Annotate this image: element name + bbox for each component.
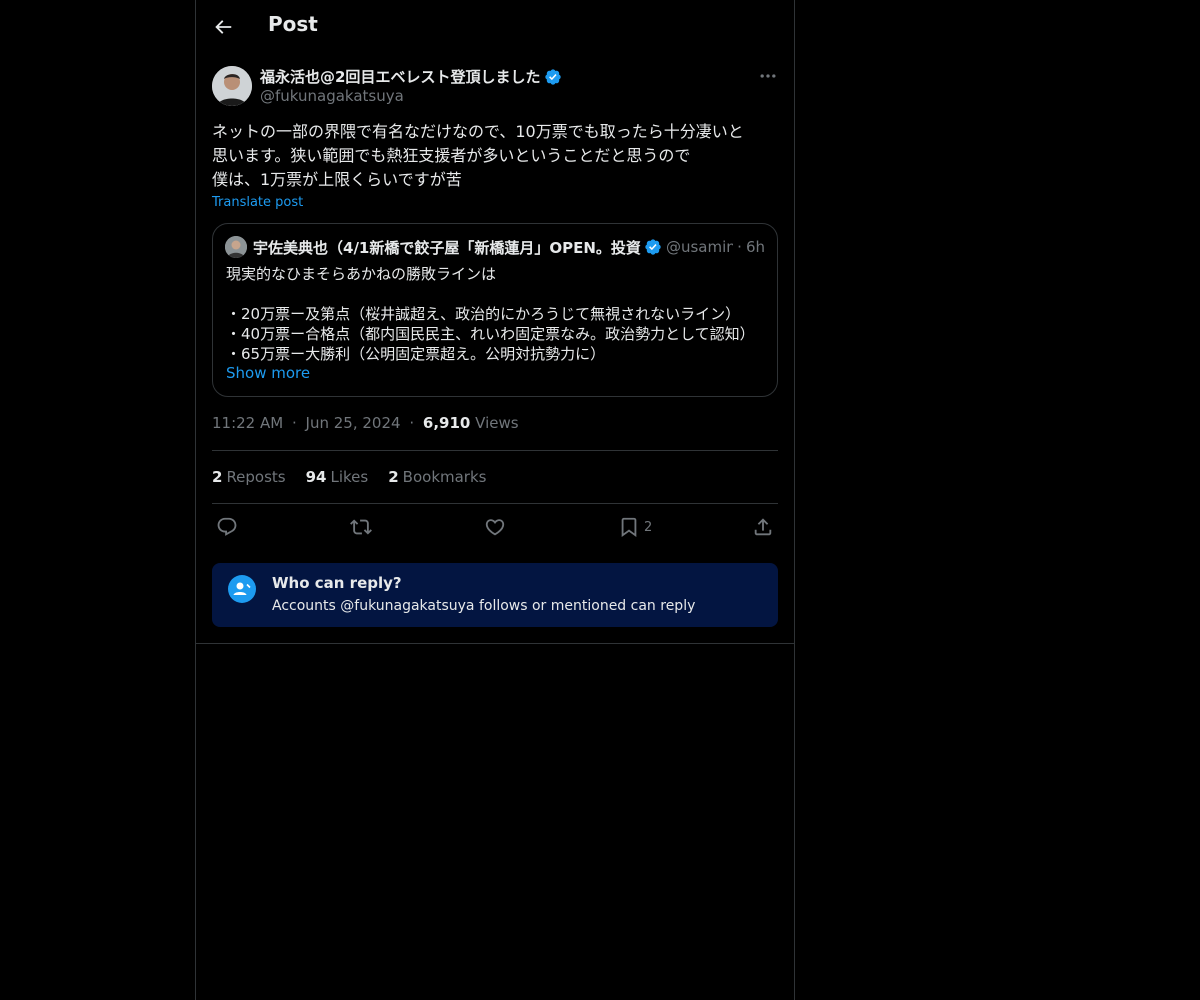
views-count: 6,910 xyxy=(422,414,471,432)
reply-icon xyxy=(217,517,237,536)
mention-user-icon xyxy=(233,582,251,595)
bookmarks-label: Bookmarks xyxy=(402,468,487,486)
divider xyxy=(196,643,794,644)
quoted-time: 6h xyxy=(745,238,765,256)
bookmarks-stat[interactable]: 2 Bookmarks xyxy=(388,468,486,486)
divider xyxy=(212,450,778,451)
reply-notice-description: Accounts @fukunagakatsuya follows or men… xyxy=(272,598,696,614)
action-bar: 2 xyxy=(212,514,778,540)
author-name-text: 福永活也@2回目エベレスト登頂しました xyxy=(260,68,541,86)
reply-permission-icon xyxy=(228,575,256,603)
post-time[interactable]: 11:22 AM xyxy=(212,414,283,432)
post-date[interactable]: Jun 25, 2024 xyxy=(306,414,401,432)
translate-post-link[interactable]: Translate post xyxy=(212,195,303,210)
likes-stat[interactable]: 94 Likes xyxy=(306,468,369,486)
post-text: ネットの一部の界隈で有名なだけなので、10万票でも取ったら十分凄いと 思います。… xyxy=(212,122,744,189)
more-options-button[interactable] xyxy=(758,66,778,86)
likes-label: Likes xyxy=(330,468,369,486)
arrow-left-icon xyxy=(215,20,232,34)
reply-button[interactable] xyxy=(216,514,238,540)
quoted-text: 現実的なひまそらあかねの勝敗ラインは ・20万票ー及第点（桜井誠超え、政治的にか… xyxy=(226,264,766,364)
bookmark-button[interactable]: 2 xyxy=(618,514,652,540)
post-meta: 11:22 AM · Jun 25, 2024 · 6,910 Views xyxy=(212,414,519,432)
repost-icon xyxy=(350,519,372,535)
verified-badge-icon xyxy=(645,239,661,255)
quoted-text-line: ・40万票ー合格点（都内国民民主、れいわ固定票なみ。政治勢力として認知） xyxy=(226,325,755,343)
quoted-author-name: 宇佐美典也（4/1新橋で餃子屋「新橋蓮月」OPEN。投資業 xyxy=(253,238,641,257)
post-stats: 2 Reposts 94 Likes 2 Bookmarks xyxy=(212,468,486,486)
verified-badge-icon xyxy=(545,68,562,85)
page-header: Post xyxy=(196,0,794,53)
quoted-text-line: ・20万票ー及第点（桜井誠超え、政治的にかろうじて無視されないライン） xyxy=(226,305,741,323)
meta-separator: · xyxy=(409,414,415,432)
bookmark-icon xyxy=(621,517,637,538)
share-button[interactable] xyxy=(752,514,774,540)
share-icon xyxy=(754,518,772,536)
quoted-text-line: 現実的なひまそらあかねの勝敗ラインは xyxy=(226,265,497,283)
quoted-avatar-photo xyxy=(225,236,247,258)
main-column: Post 福永活也@2回目エベレスト登頂しました @fukunagakatsuy… xyxy=(195,0,795,1000)
page-title: Post xyxy=(268,12,318,36)
bookmark-count: 2 xyxy=(644,519,653,535)
quoted-text-line xyxy=(226,284,766,304)
back-button[interactable] xyxy=(212,16,234,38)
author-name[interactable]: 福永活也@2回目エベレスト登頂しました xyxy=(260,66,562,87)
quoted-text-line: ・65万票ー大勝利（公明固定票超え。公明対抗勢力に） xyxy=(226,345,606,363)
bookmarks-count: 2 xyxy=(388,468,399,486)
who-can-reply-notice: Who can reply? Accounts @fukunagakatsuya… xyxy=(212,563,778,627)
show-more-link[interactable]: Show more xyxy=(226,364,310,382)
reposts-label: Reposts xyxy=(226,468,286,486)
quoted-separator: · xyxy=(737,238,742,256)
views-label: Views xyxy=(475,414,519,432)
divider xyxy=(212,503,778,504)
more-dots-icon xyxy=(760,74,776,78)
avatar[interactable] xyxy=(212,66,252,106)
quoted-author-handle: @usamin xyxy=(665,238,734,256)
author-handle[interactable]: @fukunagakatsuya xyxy=(260,87,404,105)
reposts-count: 2 xyxy=(212,468,223,486)
quoted-post-header: 宇佐美典也（4/1新橋で餃子屋「新橋蓮月」OPEN。投資業 @usamin · … xyxy=(225,236,765,258)
reply-notice-title: Who can reply? xyxy=(272,574,402,592)
likes-count: 94 xyxy=(305,468,327,486)
quoted-avatar xyxy=(225,236,247,258)
repost-button[interactable] xyxy=(350,514,372,540)
quoted-post[interactable]: 宇佐美典也（4/1新橋で餃子屋「新橋蓮月」OPEN。投資業 @usamin · … xyxy=(212,223,778,397)
avatar-photo xyxy=(212,66,252,106)
like-button[interactable] xyxy=(484,514,506,540)
reposts-stat[interactable]: 2 Reposts xyxy=(212,468,286,486)
meta-separator: · xyxy=(291,414,297,432)
heart-icon xyxy=(485,519,505,536)
